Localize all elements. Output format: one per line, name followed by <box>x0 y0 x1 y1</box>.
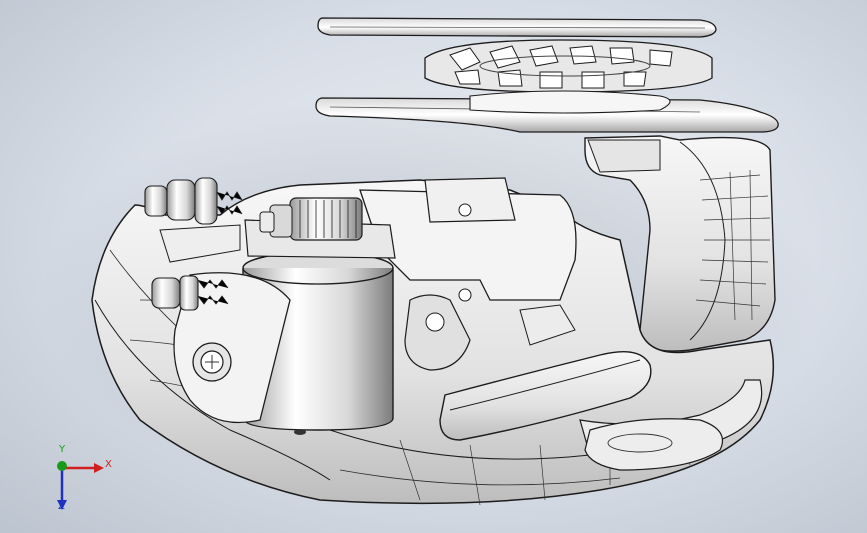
x-axis-label: X <box>105 459 112 470</box>
x-axis-arrow-icon <box>94 463 104 473</box>
z-axis-label: Z <box>58 501 65 512</box>
axis-triad-graphic <box>57 461 104 510</box>
cad-graphics-viewport[interactable]: X Y Z <box>0 0 867 533</box>
axis-triad[interactable]: X Y Z <box>38 444 118 521</box>
jockey-pulley[interactable] <box>424 39 713 93</box>
y-axis-label: Y <box>59 444 66 455</box>
y-axis-arrow-icon <box>57 461 67 471</box>
rear-derailleur-model[interactable] <box>0 0 867 533</box>
outer-cage-plate[interactable] <box>317 17 717 38</box>
